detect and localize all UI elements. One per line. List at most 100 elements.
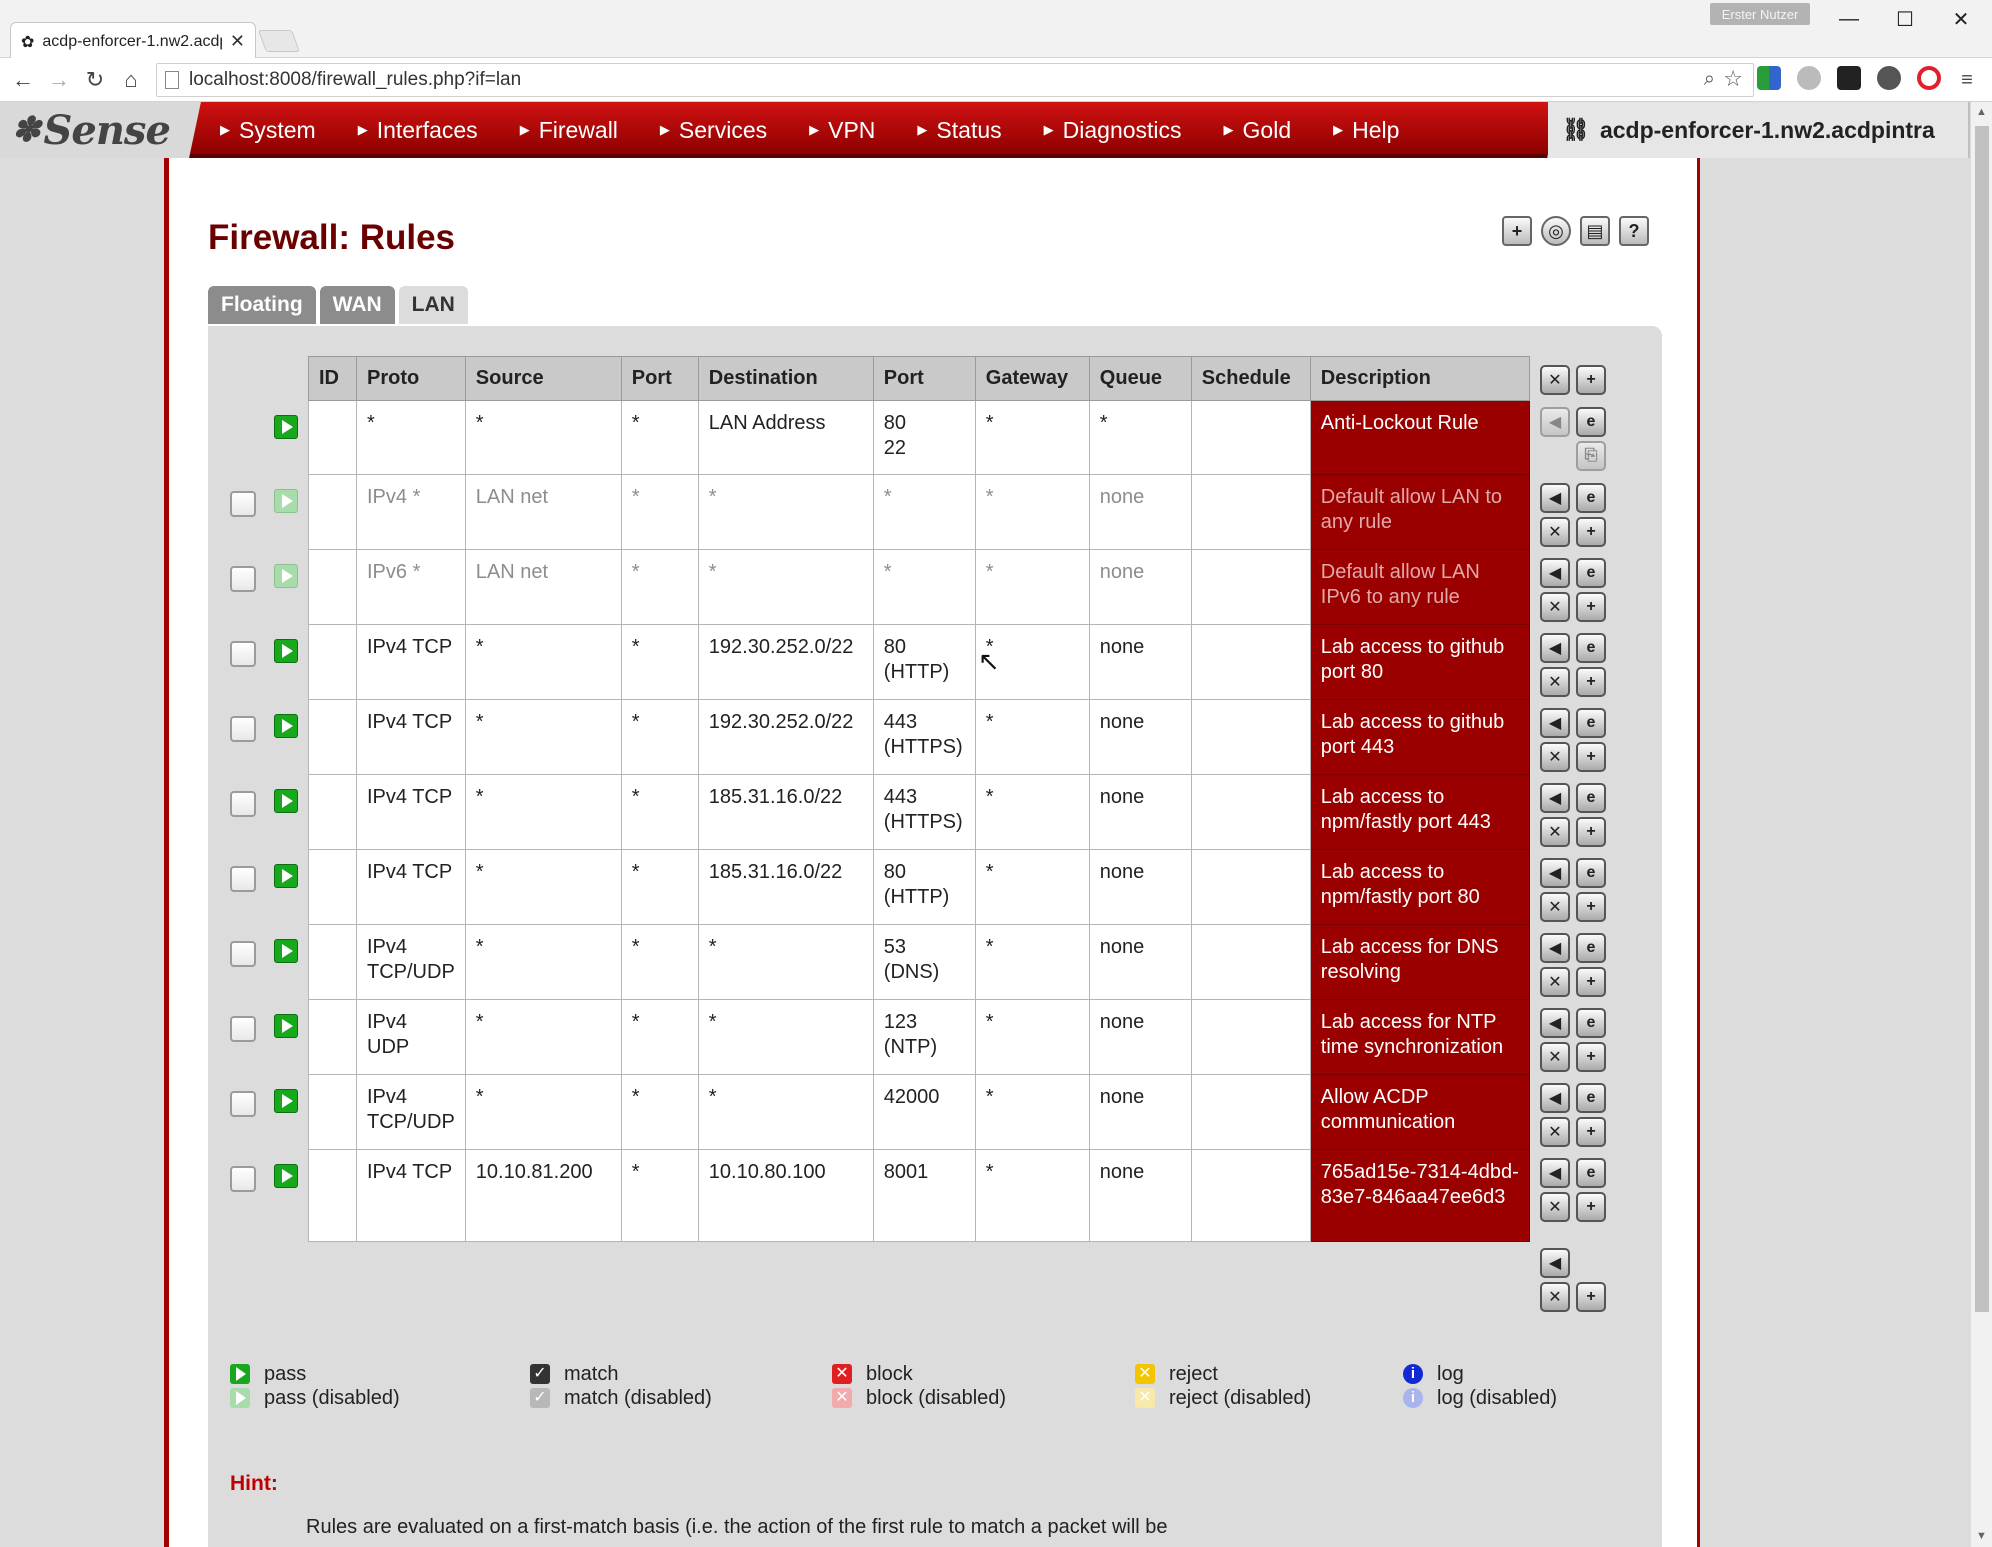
delete-icon[interactable]: ✕ — [1540, 1116, 1570, 1147]
tab-floating[interactable]: Floating — [208, 286, 316, 324]
pass-icon[interactable] — [274, 788, 298, 813]
header-source[interactable]: Source — [464, 356, 622, 401]
header-destination[interactable]: Destination — [697, 356, 874, 401]
add-copy-icon[interactable]: + — [1576, 666, 1606, 697]
browser-menu-icon[interactable]: ≡ — [1952, 65, 1982, 95]
table-row[interactable]: * * * LAN Address 80 22 * * Anti-Lockout Rule — [308, 400, 1530, 475]
edit-icon[interactable]: e — [1576, 782, 1606, 813]
help-icon[interactable]: ? — [1619, 216, 1649, 246]
add-shortcut-icon[interactable]: + — [1502, 216, 1532, 246]
menu-diagnostics[interactable]: ▶ Diagnostics — [1044, 117, 1182, 144]
table-row[interactable]: IPv4 TCP * * 192.30.252.0/22 443 (HTTPS) * none… — [308, 699, 1530, 775]
forward-icon[interactable]: → — [44, 65, 74, 95]
vertical-scrollbar[interactable]: ▲ ▼ — [1970, 102, 1992, 1547]
pass-icon[interactable] — [274, 713, 298, 738]
edit-icon[interactable]: e — [1576, 1082, 1606, 1113]
delete-icon[interactable]: ✕ — [1540, 516, 1570, 547]
scrollbar-thumb[interactable] — [1975, 126, 1989, 1312]
table-row[interactable]: IPv4 TCP * * 185.31.16.0/22 80 (HTTP) * none Lab… — [308, 849, 1530, 925]
edit-icon[interactable]: e — [1576, 1007, 1606, 1038]
pfsense-logo[interactable]: ✽ Sense — [0, 102, 205, 158]
pass-icon[interactable] — [274, 1013, 298, 1038]
move-icon[interactable]: ◀ — [1540, 707, 1570, 738]
add-rule-top-icon[interactable]: + — [1576, 364, 1606, 395]
menu-status[interactable]: ▶ Status — [917, 117, 1001, 144]
add-copy-icon[interactable]: + — [1576, 891, 1606, 922]
move-end-icon[interactable]: ◀ — [1540, 1248, 1570, 1278]
delete-icon[interactable]: ✕ — [1540, 891, 1570, 922]
add-copy-icon[interactable]: + — [1576, 966, 1606, 997]
table-row[interactable]: IPv4 TCP * * 192.30.252.0/22 80 (HTTP) * none La… — [308, 624, 1530, 700]
pass-icon[interactable] — [274, 638, 298, 663]
menu-vpn[interactable]: ▶ VPN — [809, 117, 875, 144]
table-row[interactable]: IPv4 UDP * * * 123 (NTP) * none Lab access for NT… — [308, 999, 1530, 1075]
pass-icon[interactable] — [274, 1163, 298, 1188]
move-icon[interactable]: ◀ — [1540, 782, 1570, 813]
new-tab-button[interactable] — [257, 30, 301, 52]
pass-icon[interactable] — [274, 863, 298, 888]
extension-icon[interactable] — [1757, 66, 1781, 90]
row-checkbox[interactable] — [230, 865, 256, 892]
delete-icon[interactable]: ✕ — [1540, 966, 1570, 997]
table-row[interactable]: IPv4 TCP/UDP * * * 42000 * none Allow ACDP commu… — [308, 1074, 1530, 1150]
add-copy-icon[interactable]: + — [1576, 1041, 1606, 1072]
pass-icon[interactable] — [274, 938, 298, 963]
delete-icon[interactable]: ✕ — [1540, 1041, 1570, 1072]
row-checkbox[interactable] — [230, 490, 256, 517]
header-dest-port[interactable]: Port — [872, 356, 976, 401]
edit-icon[interactable]: e — [1576, 482, 1606, 513]
table-row[interactable]: IPv4 TCP/UDP * * * 53 (DNS) * none Lab access for… — [308, 924, 1530, 1000]
move-icon[interactable]: ◀ — [1540, 1157, 1570, 1188]
delete-icon[interactable]: ✕ — [1540, 666, 1570, 697]
extension-globe-icon[interactable] — [1797, 66, 1821, 90]
move-icon[interactable]: ◀ — [1540, 1007, 1570, 1038]
reload-icon[interactable]: ↻ — [80, 65, 110, 95]
row-checkbox[interactable] — [230, 715, 256, 742]
menu-system[interactable]: ▶ System — [220, 117, 316, 144]
delete-selected-icon[interactable]: ✕ — [1540, 364, 1570, 395]
add-copy-icon[interactable]: + — [1576, 516, 1606, 547]
log-view-icon[interactable]: ▤ — [1580, 216, 1610, 246]
row-checkbox[interactable] — [230, 565, 256, 592]
move-icon[interactable]: ◀ — [1540, 557, 1570, 588]
delete-icon[interactable]: ✕ — [1540, 816, 1570, 847]
add-rule-end-icon[interactable]: + — [1576, 1282, 1606, 1312]
status-icon[interactable]: ◎ — [1541, 216, 1571, 246]
header-proto[interactable]: Proto — [356, 356, 466, 401]
table-row[interactable]: IPv4 TCP * * 185.31.16.0/22 443 (HTTPS) * none L… — [308, 774, 1530, 850]
header-queue[interactable]: Queue — [1088, 356, 1192, 401]
edit-icon[interactable]: e — [1576, 932, 1606, 963]
pass-disabled-icon[interactable] — [274, 488, 298, 513]
header-description[interactable]: Description — [1309, 356, 1530, 401]
header-schedule[interactable]: Schedule — [1190, 356, 1311, 401]
header-id[interactable]: ID — [308, 356, 357, 401]
tab-lan[interactable]: LAN — [398, 286, 468, 324]
minimize-icon[interactable]: — — [1826, 4, 1872, 34]
scroll-up-icon[interactable]: ▲ — [1976, 106, 1987, 118]
user-badge[interactable]: Erster Nutzer — [1710, 3, 1810, 25]
move-icon[interactable]: ◀ — [1540, 932, 1570, 963]
close-window-icon[interactable]: ✕ — [1938, 4, 1984, 34]
url-field[interactable]: localhost:8008/firewall_rules.php?if=lan… — [156, 63, 1754, 97]
tab-close-icon[interactable]: ✕ — [230, 31, 245, 52]
row-checkbox[interactable] — [230, 1165, 256, 1192]
menu-firewall[interactable]: ▶ Firewall — [520, 117, 618, 144]
bookmark-star-icon[interactable]: ☆ — [1723, 66, 1743, 92]
menu-gold[interactable]: ▶ Gold — [1224, 117, 1292, 144]
tab-wan[interactable]: WAN — [319, 286, 395, 324]
delete-icon[interactable]: ✕ — [1540, 741, 1570, 772]
edit-icon[interactable]: e — [1576, 632, 1606, 663]
menu-interfaces[interactable]: ▶ Interfaces — [358, 117, 478, 144]
move-icon[interactable]: ◀ — [1540, 482, 1570, 513]
pass-disabled-icon[interactable] — [274, 563, 298, 588]
move-icon[interactable]: ◀ — [1540, 857, 1570, 888]
home-icon[interactable]: ⌂ — [116, 65, 146, 95]
add-copy-icon[interactable]: + — [1576, 591, 1606, 622]
delete-selected-icon[interactable]: ✕ — [1540, 1282, 1570, 1312]
add-copy-icon[interactable]: + — [1576, 816, 1606, 847]
edit-icon[interactable]: e — [1576, 1157, 1606, 1188]
add-copy-icon[interactable]: + — [1576, 741, 1606, 772]
row-checkbox[interactable] — [230, 640, 256, 667]
table-row[interactable]: IPv4 * LAN net * * * * none Default allow LAN t… — [308, 474, 1530, 550]
pass-icon[interactable] — [274, 414, 298, 439]
